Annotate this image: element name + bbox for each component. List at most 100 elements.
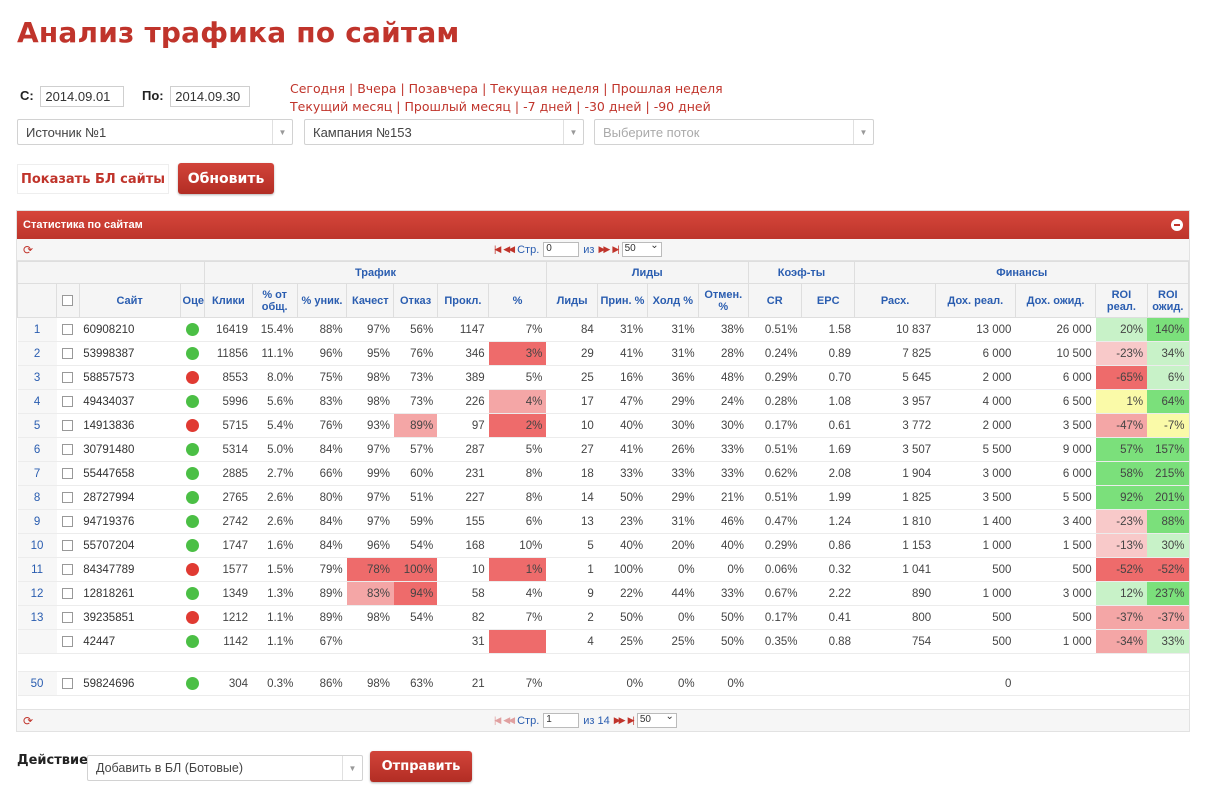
col-roi-expected[interactable]: ROI ожид. (1146, 283, 1190, 318)
flow-select[interactable]: Выберите поток ▼ (594, 119, 874, 145)
row-checkbox[interactable] (62, 515, 74, 527)
table-row[interactable]: 5 14913836 5715 5.4% 76% 93% 89% 97 2% 10 40% 30% 30… (17, 413, 1189, 438)
col-income-real[interactable]: Дох. реал. (934, 283, 1016, 318)
last-page-icon[interactable]: ▶| (628, 715, 635, 726)
row-checkbox-cell[interactable] (56, 605, 80, 630)
col-select-all[interactable] (56, 283, 80, 318)
last-page-icon[interactable]: ▶| (612, 244, 619, 255)
row-checkbox-cell[interactable] (56, 557, 80, 582)
rows-per-page-select[interactable]: 50 (621, 240, 662, 257)
col-site[interactable]: Сайт (78, 283, 181, 318)
row-checkbox[interactable] (62, 677, 74, 689)
row-checkbox-cell[interactable] (56, 629, 80, 654)
col-accepted-pct[interactable]: Прин. % (597, 283, 648, 318)
source-select[interactable]: Источник №1 ▼ (17, 119, 293, 145)
date-to-input[interactable]: 2014.09.30 (170, 86, 251, 107)
action-select[interactable]: Добавить в БЛ (Ботовые) ▼ (87, 755, 363, 781)
table-row[interactable]: 7 55447658 2885 2.7% 66% 99% 60% 231 8% 18 33% 33% 3… (17, 461, 1189, 486)
link-90-days[interactable]: -90 дней (654, 99, 711, 114)
col-prokl[interactable]: Прокл. (436, 283, 490, 318)
next-page-icon[interactable]: ▶▶ (598, 244, 610, 255)
table-row[interactable]: 13 39235851 1212 1.1% 89% 98% 54% 82 7% 2 50% 0% 50%… (17, 605, 1189, 630)
select-all-checkbox[interactable] (62, 295, 74, 307)
row-checkbox-cell[interactable] (56, 365, 80, 390)
page-input[interactable]: 0 (543, 242, 580, 257)
link-current-month[interactable]: Текущий месяц (290, 99, 392, 114)
link-today[interactable]: Сегодня (290, 81, 345, 96)
row-checkbox-cell[interactable] (56, 671, 80, 696)
row-checkbox-cell[interactable] (56, 389, 80, 414)
table-row[interactable]: 1 60908210 16419 15.4% 88% 97% 56% 1147 7% 84 31% 3… (17, 317, 1189, 342)
page-input[interactable]: 1 (543, 713, 580, 728)
row-checkbox[interactable] (62, 467, 74, 479)
date-from-input[interactable]: 2014.09.01 (40, 86, 125, 107)
link-day-before[interactable]: Позавчера (409, 81, 478, 96)
row-checkbox-cell[interactable] (56, 485, 80, 510)
row-checkbox[interactable] (62, 371, 74, 383)
next-page-icon[interactable]: ▶▶ (614, 715, 626, 726)
col-prokl-pct[interactable]: % (488, 283, 547, 318)
row-checkbox[interactable] (62, 419, 74, 431)
row-checkbox-cell[interactable] (56, 581, 80, 606)
col-pct-total[interactable]: % от общ. (251, 283, 298, 318)
col-income-expected[interactable]: Дох. ожид. (1014, 283, 1097, 318)
refresh-icon[interactable]: ⟳ (23, 243, 33, 257)
row-checkbox[interactable] (62, 587, 74, 599)
table-row[interactable]: 2 53998387 11856 11.1% 96% 95% 76% 346 3% 29 41% 31… (17, 341, 1189, 366)
col-clicks[interactable]: Клики (204, 283, 253, 318)
table-row[interactable]: 4 49434037 5996 5.6% 83% 98% 73% 226 4% 17 47% 29% 2… (17, 389, 1189, 414)
prev-page-icon[interactable]: ◀◀ (503, 244, 515, 255)
table-row[interactable]: 6 30791480 5314 5.0% 84% 97% 57% 287 5% 27 41% 26% 3… (17, 437, 1189, 462)
table-row[interactable]: 42447 1142 1.1% 67% 31 4 25% 25% 50% 0.35% 0.88 754… (17, 629, 1189, 654)
row-checkbox[interactable] (62, 323, 74, 335)
table-row[interactable]: 50 59824696 304 0.3% 86% 98% 63% 21 7% 0% 0% 0% 0 (17, 671, 1189, 696)
row-checkbox[interactable] (62, 395, 74, 407)
row-checkbox-cell[interactable] (56, 533, 80, 558)
link-30-days[interactable]: -30 дней (584, 99, 641, 114)
row-checkbox-cell[interactable] (56, 437, 80, 462)
row-checkbox-cell[interactable] (56, 509, 80, 534)
refresh-icon[interactable]: ⟳ (23, 714, 33, 728)
row-checkbox-cell[interactable] (56, 461, 80, 486)
row-checkbox-cell[interactable] (56, 341, 80, 366)
link-yesterday[interactable]: Вчера (357, 81, 396, 96)
row-checkbox[interactable] (62, 443, 74, 455)
col-cr[interactable]: CR (747, 283, 802, 318)
col-roi-real[interactable]: ROI реал. (1095, 283, 1148, 318)
link-7-days[interactable]: -7 дней (523, 99, 572, 114)
row-checkbox[interactable] (62, 611, 74, 623)
row-checkbox[interactable] (62, 635, 74, 647)
collapse-icon[interactable] (1171, 219, 1183, 231)
col-hold-pct[interactable]: Холд % (646, 283, 700, 318)
link-current-week[interactable]: Текущая неделя (490, 81, 599, 96)
row-checkbox[interactable] (62, 539, 74, 551)
col-rating[interactable]: Оце (179, 283, 206, 318)
table-row[interactable]: 11 84347789 1577 1.5% 79% 78% 100% 10 1% 1 100% 0% 0… (17, 557, 1189, 582)
table-row[interactable]: 12 12818261 1349 1.3% 89% 83% 94% 58 4% 9 22% 44% 33… (17, 581, 1189, 606)
link-last-month[interactable]: Прошлый месяц (405, 99, 511, 114)
col-leads[interactable]: Лиды (545, 283, 599, 318)
col-pct-unique[interactable]: % уник. (296, 283, 348, 318)
rows-per-page-select[interactable]: 50 (636, 711, 677, 728)
send-button[interactable]: Отправить (370, 751, 472, 782)
row-checkbox-cell[interactable] (56, 317, 80, 342)
campaign-select[interactable]: Кампания №153 ▼ (304, 119, 584, 145)
table-row[interactable]: 10 55707204 1747 1.6% 84% 96% 54% 168 10% 5 40% 20%… (17, 533, 1189, 558)
first-page-icon[interactable]: |◀ (494, 244, 501, 255)
row-checkbox[interactable] (62, 563, 74, 575)
table-row[interactable]: 8 28727994 2765 2.6% 80% 97% 51% 227 8% 14 50% 29% 2… (17, 485, 1189, 510)
col-cancel-pct[interactable]: Отмен. % (698, 283, 749, 318)
row-checkbox[interactable] (62, 491, 74, 503)
row-checkbox-cell[interactable] (56, 413, 80, 438)
table-row[interactable]: 9 94719376 2742 2.6% 84% 97% 59% 155 6% 13 23% 31% 4… (17, 509, 1189, 534)
row-checkbox[interactable] (62, 347, 74, 359)
col-epc[interactable]: EPC (800, 283, 856, 318)
update-button[interactable]: Обновить (178, 163, 274, 194)
col-expense[interactable]: Расх. (854, 283, 936, 318)
col-quality[interactable]: Качест (346, 283, 395, 318)
first-page-icon[interactable]: |◀ (494, 715, 501, 726)
col-refusal[interactable]: Отказ (393, 283, 438, 318)
prev-page-icon[interactable]: ◀◀ (503, 715, 515, 726)
table-row[interactable]: 3 58857573 8553 8.0% 75% 98% 73% 389 5% 25 16% 36% 4… (17, 365, 1189, 390)
show-bl-sites-button[interactable]: Показать БЛ сайты (17, 164, 169, 194)
